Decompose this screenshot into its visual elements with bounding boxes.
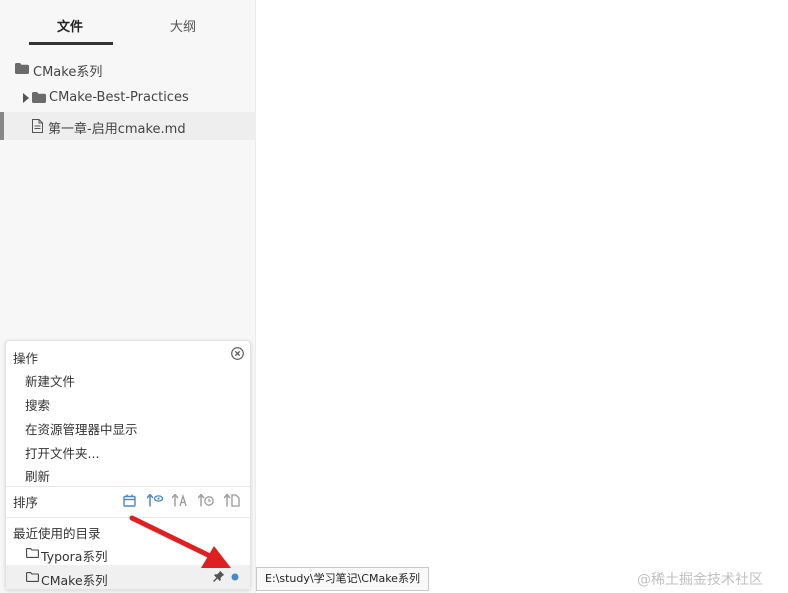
folder-path-tooltip: E:\study\学习笔记\CMake系列	[256, 567, 429, 591]
watermark: @稀土掘金技术社区	[637, 572, 763, 588]
annotation-arrow	[129, 515, 231, 568]
